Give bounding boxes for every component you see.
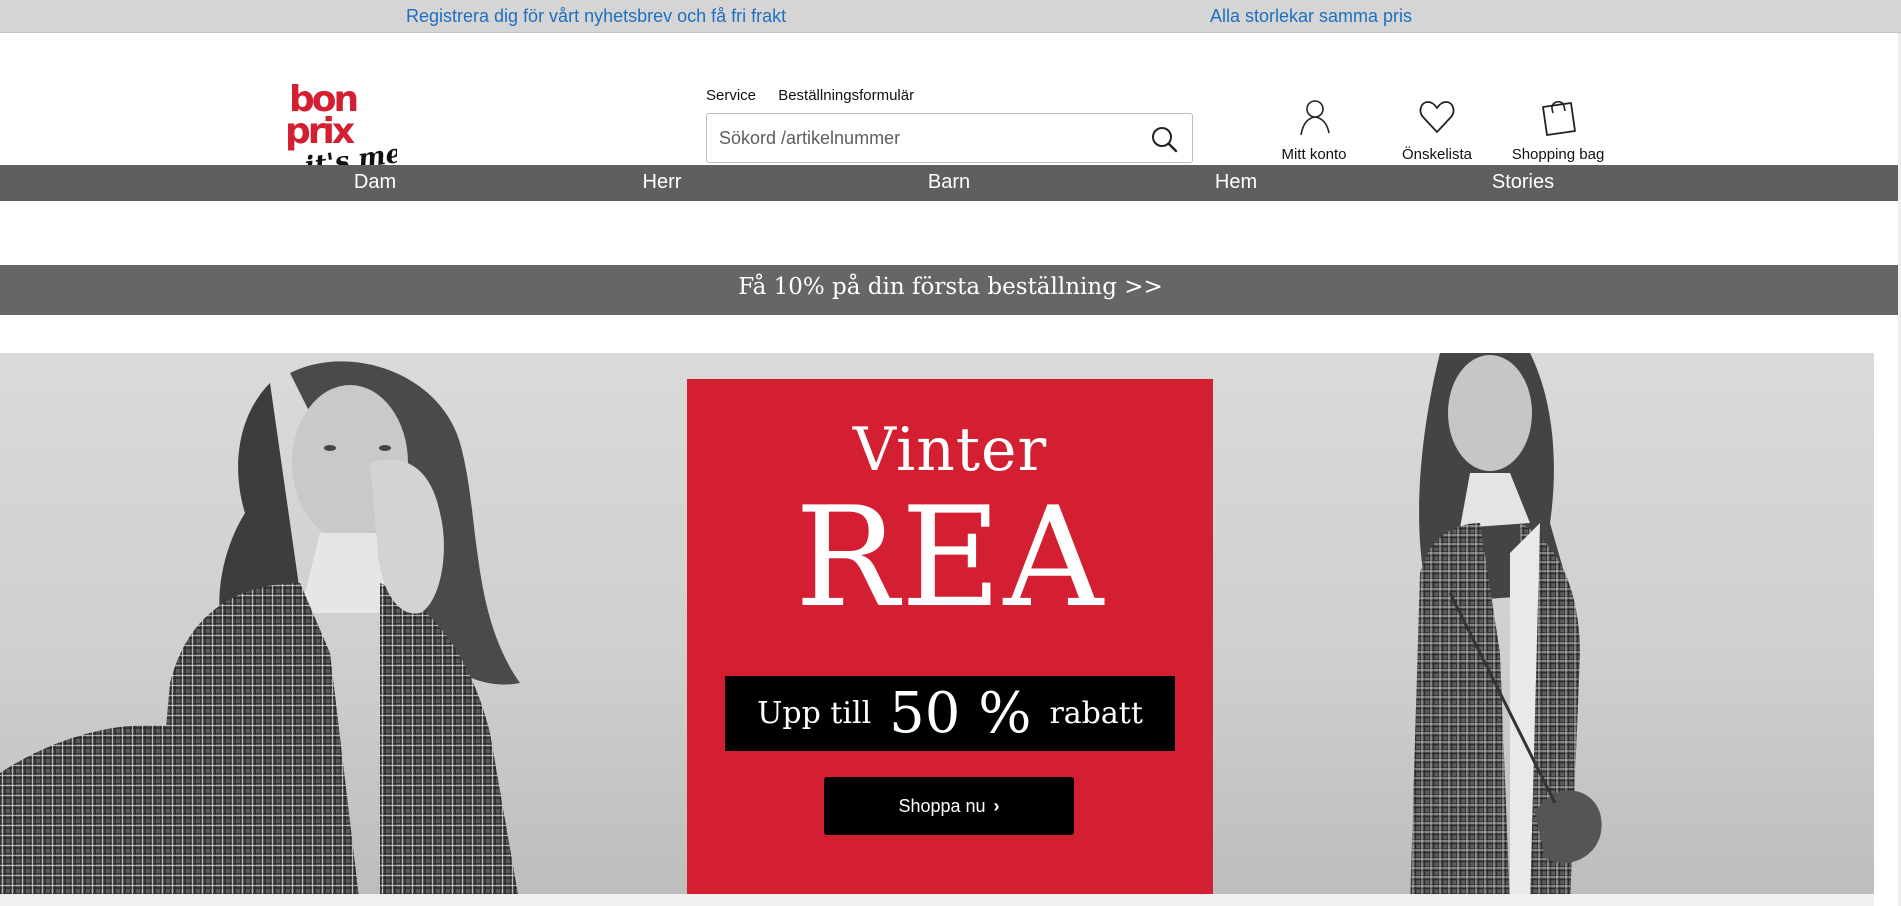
discount-label: Upp till 50 % rabatt bbox=[725, 676, 1175, 751]
shopping-bag-button[interactable]: Shopping bag bbox=[1503, 97, 1613, 163]
sale-title-big: REA bbox=[794, 477, 1106, 638]
discount-prefix: Upp till bbox=[757, 696, 872, 731]
shopping-bag-icon bbox=[1542, 100, 1576, 136]
user-icon bbox=[1300, 100, 1330, 136]
my-account-button[interactable]: Mitt konto bbox=[1268, 97, 1360, 163]
model-photo-left bbox=[0, 361, 520, 906]
nav-item-dam[interactable]: Dam bbox=[354, 171, 396, 194]
my-account-label: Mitt konto bbox=[1281, 146, 1347, 163]
winter-sale-hero[interactable]: Vinter REA Upp till 50 % rabatt Shoppa nu › bbox=[0, 353, 1874, 906]
order-form-link[interactable]: Beställningsformulär bbox=[778, 87, 914, 104]
nav-item-barn[interactable]: Barn bbox=[928, 171, 970, 194]
page: Registrera dig för vårt nyhetsbrev och f… bbox=[0, 0, 1901, 906]
shop-now-button[interactable]: Shoppa nu › bbox=[824, 777, 1074, 835]
newsletter-link[interactable]: Registrera dig för vårt nyhetsbrev och f… bbox=[406, 6, 786, 27]
wishlist-label: Önskelista bbox=[1401, 146, 1473, 163]
discount-value: 50 % bbox=[889, 681, 1032, 746]
sale-title-small: Vinter bbox=[852, 415, 1048, 485]
shop-now-label: Shoppa nu bbox=[898, 795, 986, 816]
main-navigation: Dam Herr Barn Hem Stories bbox=[0, 165, 1901, 201]
top-info-bar: Registrera dig för vårt nyhetsbrev och f… bbox=[0, 0, 1901, 33]
chevron-right-icon: › bbox=[993, 795, 1000, 816]
heart-icon bbox=[1419, 101, 1455, 133]
service-links: Service Beställningsformulär bbox=[706, 87, 932, 104]
model-photo-right bbox=[1410, 353, 1602, 906]
nav-item-hem[interactable]: Hem bbox=[1215, 171, 1257, 194]
search-input[interactable] bbox=[719, 114, 1119, 162]
content-below-fold bbox=[0, 894, 1874, 906]
service-link[interactable]: Service bbox=[706, 87, 756, 104]
sale-promo-box: Vinter REA Upp till 50 % rabatt Shoppa nu › bbox=[687, 379, 1213, 895]
nav-item-herr[interactable]: Herr bbox=[643, 171, 682, 194]
search-icon[interactable] bbox=[1150, 125, 1178, 153]
first-order-promo-link[interactable]: Få 10% på din första beställning >> bbox=[738, 274, 1163, 300]
nav-item-stories[interactable]: Stories bbox=[1492, 171, 1554, 194]
site-header: bon prix it's me! Service Beställningsfo… bbox=[0, 33, 1901, 182]
search-box bbox=[706, 113, 1193, 163]
discount-suffix: rabatt bbox=[1049, 696, 1143, 731]
first-order-promo-banner: Få 10% på din första beställning >> bbox=[0, 265, 1901, 315]
same-price-link[interactable]: Alla storlekar samma pris bbox=[1210, 6, 1412, 27]
shopping-bag-label: Shopping bag bbox=[1511, 146, 1605, 163]
wishlist-button[interactable]: Önskelista bbox=[1392, 97, 1482, 163]
